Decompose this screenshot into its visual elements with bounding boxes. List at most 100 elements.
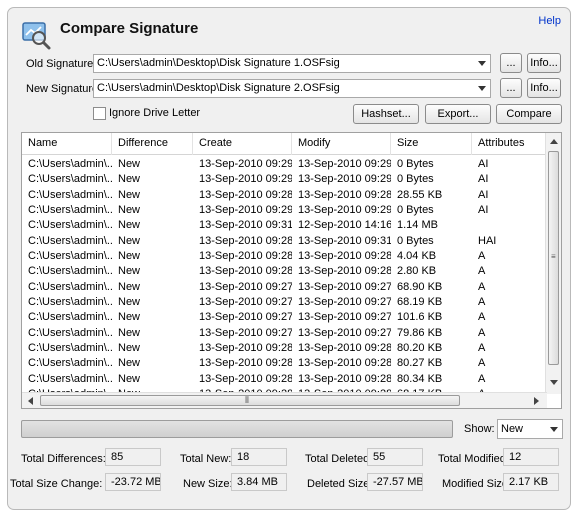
cell-name: C:\Users\admin\... [28,372,112,385]
cell-modify: 13-Sep-2010 09:29 [298,203,391,216]
vertical-scroll-thumb[interactable]: ≡ [548,151,559,365]
list-header: Name Difference Create Modify Size Attri… [22,133,547,155]
chevron-down-icon [478,61,486,66]
cell-create: 13-Sep-2010 09:31 [199,219,292,232]
cell-size: 80.34 KB [397,372,443,385]
cell-attributes: AI [478,203,489,216]
cell-name: C:\Users\admin\... [28,203,112,216]
cell-difference: New [118,234,141,247]
column-header-attributes[interactable]: Attributes [472,133,547,155]
table-row[interactable]: C:\Users\admin\... New 13-Sep-2010 09:28 13… [22,188,547,203]
deleted-size-label: Deleted Size: [307,478,373,490]
progress-bar [21,420,453,438]
column-header-difference[interactable]: Difference [112,133,193,155]
table-row[interactable]: C:\Users\admin\... New 13-Sep-2010 09:31 12… [22,218,547,233]
cell-create: 13-Sep-2010 09:28 [199,249,292,262]
chevron-down-icon [550,427,558,432]
show-label: Show: [464,423,495,435]
cell-attributes: AI [478,173,489,186]
ignore-drive-letter-label: Ignore Drive Letter [109,107,201,119]
total-modified-label: Total Modified: [438,453,509,465]
cell-difference: New [118,203,141,216]
cell-modify: 13-Sep-2010 09:29 [298,158,391,170]
cell-difference: New [118,357,141,370]
cell-size: 0 Bytes [397,234,434,247]
new-info-button[interactable]: Info... [527,78,561,98]
new-size-label: New Size: [183,478,233,490]
table-row[interactable]: C:\Users\admin\... New 13-Sep-2010 09:29 13… [22,157,547,172]
cell-attributes: A [478,265,486,278]
table-row[interactable]: C:\Users\admin\... New 13-Sep-2010 09:28 13… [22,264,547,279]
cell-name: C:\Users\admin\... [28,265,112,278]
table-row[interactable]: C:\Users\admin\... New 13-Sep-2010 09:28 13… [22,341,547,356]
cell-attributes: AI [478,188,489,201]
cell-difference: New [118,341,141,354]
table-row[interactable]: C:\Users\admin\... New 13-Sep-2010 09:27 13… [22,310,547,325]
table-row[interactable]: C:\Users\admin\... New 13-Sep-2010 09:28 13… [22,234,547,249]
cell-modify: 13-Sep-2010 09:28 [298,357,391,370]
column-header-size[interactable]: Size [391,133,472,155]
cell-name: C:\Users\admin\... [28,357,112,370]
cell-difference: New [118,265,141,278]
old-info-button[interactable]: Info... [527,53,561,73]
cell-difference: New [118,188,141,201]
table-row[interactable]: C:\Users\admin\... New 13-Sep-2010 09:27 13… [22,295,547,310]
new-signature-combo[interactable]: C:\Users\admin\Desktop\Disk Signature 2.… [93,79,491,98]
cell-attributes: HAI [478,234,497,247]
cell-size: 28.55 KB [397,188,443,201]
scroll-left-icon[interactable] [28,397,33,405]
scroll-right-icon[interactable] [534,397,539,405]
scroll-down-icon[interactable] [550,380,558,385]
cell-attributes: A [478,249,486,262]
old-browse-button[interactable]: ... [500,53,522,73]
cell-modify: 13-Sep-2010 09:28 [298,188,391,201]
cell-difference: New [118,249,141,262]
show-filter-select[interactable]: New [497,419,563,439]
deleted-size-value: -27.57 MB [367,473,423,491]
table-row[interactable]: C:\Users\admin\... New 13-Sep-2010 09:29 13… [22,203,547,218]
ignore-drive-letter-checkbox[interactable] [93,107,106,120]
cell-name: C:\Users\admin\... [28,341,112,354]
cell-create: 13-Sep-2010 09:29 [199,173,292,186]
cell-size: 101.6 KB [397,311,443,324]
old-signature-combo[interactable]: C:\Users\admin\Desktop\Disk Signature 1.… [93,54,491,73]
cell-name: C:\Users\admin\... [28,158,112,170]
new-signature-label: New Signature [26,83,99,95]
new-size-value: 3.84 MB [231,473,287,491]
export-button[interactable]: Export... [425,104,491,124]
table-row[interactable]: C:\Users\admin\... New 13-Sep-2010 09:28 13… [22,372,547,387]
differences-list[interactable]: Name Difference Create Modify Size Attri… [21,132,562,409]
cell-modify: 13-Sep-2010 09:27 [298,280,391,293]
total-modified-value: 12 [503,448,559,466]
cell-name: C:\Users\admin\... [28,249,112,262]
table-row[interactable]: C:\Users\admin\... New 13-Sep-2010 09:29 13… [22,172,547,187]
horizontal-scroll-thumb[interactable]: ⦀ [40,395,460,406]
table-row[interactable]: C:\Users\admin\... New 13-Sep-2010 09:28 13… [22,356,547,371]
hashset-button[interactable]: Hashset... [353,104,419,124]
compare-button[interactable]: Compare [496,104,562,124]
cell-attributes: AI [478,158,489,170]
cell-attributes: A [478,357,486,370]
cell-difference: New [118,326,141,339]
column-header-modify[interactable]: Modify [292,133,391,155]
column-header-create[interactable]: Create [193,133,292,155]
new-browse-button[interactable]: ... [500,78,522,98]
cell-attributes: A [478,295,486,308]
table-row[interactable]: C:\Users\admin\... New 13-Sep-2010 09:28 13… [22,249,547,264]
cell-name: C:\Users\admin\... [28,188,112,201]
horizontal-scrollbar[interactable]: ⦀ [22,392,547,408]
old-signature-label: Old Signature [26,58,94,70]
vertical-scrollbar[interactable]: ≡ [545,133,561,394]
table-row[interactable]: C:\Users\admin\... New 13-Sep-2010 09:27 13… [22,326,547,341]
cell-modify: 13-Sep-2010 09:28 [298,249,391,262]
cell-create: 13-Sep-2010 09:28 [199,372,292,385]
help-link[interactable]: Help [538,15,561,27]
column-header-name[interactable]: Name [22,133,112,155]
total-differences-value: 85 [105,448,161,466]
cell-difference: New [118,280,141,293]
cell-difference: New [118,158,141,170]
total-size-change-label: Total Size Change: [10,478,103,490]
table-row[interactable]: C:\Users\admin\... New 13-Sep-2010 09:27 13… [22,280,547,295]
cell-size: 4.04 KB [397,249,437,262]
scroll-up-icon[interactable] [550,139,558,144]
